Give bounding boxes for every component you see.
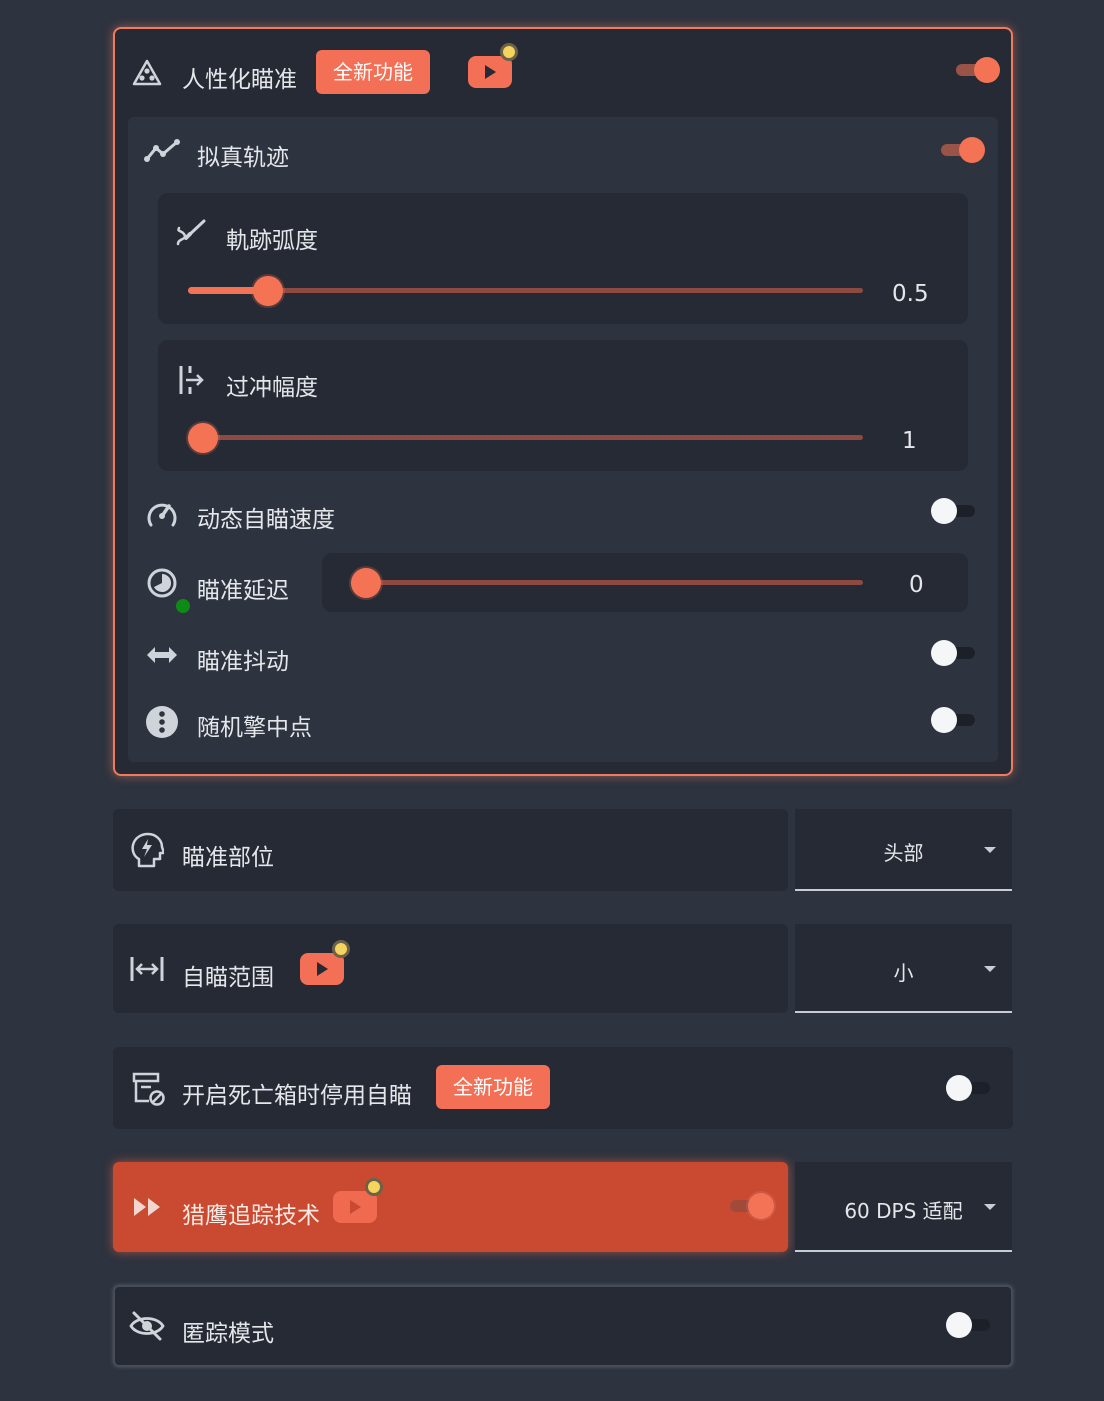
overshoot-slider[interactable] xyxy=(188,423,863,453)
random-hit-toggle[interactable] xyxy=(931,707,979,733)
curve-label: 軌跡弧度 xyxy=(226,228,318,254)
hunter-toggle[interactable] xyxy=(726,1193,774,1219)
stealth-label: 匿踪模式 xyxy=(182,1321,274,1347)
trajectory-toggle[interactable] xyxy=(937,137,985,163)
aim-range-select[interactable]: 小 xyxy=(795,924,1012,1013)
fast-forward-icon xyxy=(132,1196,164,1218)
aim-part-label: 瞄准部位 xyxy=(182,845,274,871)
triangle-dots-icon xyxy=(132,58,162,88)
curve-value: 0.5 xyxy=(892,281,929,307)
info-dots-icon xyxy=(145,705,179,739)
random-hit-label: 随机擎中点 xyxy=(197,715,312,741)
speedometer-icon xyxy=(145,497,179,529)
hunter-label: 猎鹰追踪技术 xyxy=(182,1203,320,1229)
new-feature-badge: 全新功能 xyxy=(316,50,430,94)
overshoot-label: 过冲幅度 xyxy=(226,375,318,401)
timer-icon xyxy=(146,567,180,601)
width-arrows-icon xyxy=(130,956,164,982)
aim-range-selected: 小 xyxy=(893,961,914,985)
swap-horizontal-icon xyxy=(145,643,179,667)
aim-part-select[interactable]: 头部 xyxy=(795,809,1012,891)
chevron-down-icon xyxy=(984,1204,996,1210)
overshoot-slider-card xyxy=(158,340,968,471)
dynamic-speed-label: 动态自瞄速度 xyxy=(197,507,335,533)
head-lightning-icon xyxy=(130,832,164,868)
trajectory-label: 拟真轨迹 xyxy=(197,145,289,171)
overshoot-value: 1 xyxy=(902,428,917,454)
trajectory-line-icon xyxy=(144,138,180,164)
chevron-down-icon xyxy=(984,847,996,853)
aim-range-label: 自瞄范围 xyxy=(182,965,274,991)
deathbox-toggle[interactable] xyxy=(946,1075,994,1101)
aim-delay-slider[interactable] xyxy=(351,568,863,598)
stealth-toggle[interactable] xyxy=(946,1312,994,1338)
brush-curve-icon xyxy=(174,218,208,248)
hunter-selected: 60 DPS 适配 xyxy=(844,1199,963,1223)
humanize-label: 人性化瞄准 xyxy=(182,67,297,93)
youtube-icon[interactable] xyxy=(333,1178,383,1223)
aim-part-selected: 头部 xyxy=(883,841,924,865)
dynamic-speed-toggle[interactable] xyxy=(931,498,979,524)
curve-slider-card xyxy=(158,193,968,324)
aim-delay-value: 0 xyxy=(909,572,924,598)
deathbox-label: 开启死亡箱时停用自瞄 xyxy=(182,1083,412,1109)
aim-shake-toggle[interactable] xyxy=(931,640,979,666)
hunter-select[interactable]: 60 DPS 适配 xyxy=(795,1162,1012,1252)
overshoot-icon xyxy=(176,364,206,396)
status-dot xyxy=(176,599,190,613)
new-feature-badge: 全新功能 xyxy=(436,1065,550,1109)
curve-slider[interactable] xyxy=(188,276,863,306)
aim-delay-label: 瞄准延迟 xyxy=(197,578,289,604)
eye-off-icon xyxy=(129,1310,165,1342)
box-off-icon xyxy=(131,1071,167,1107)
youtube-icon[interactable] xyxy=(468,43,518,88)
youtube-icon[interactable] xyxy=(300,940,350,985)
chevron-down-icon xyxy=(984,966,996,972)
aim-shake-label: 瞄准抖动 xyxy=(197,649,289,675)
humanize-toggle[interactable] xyxy=(952,57,1000,83)
